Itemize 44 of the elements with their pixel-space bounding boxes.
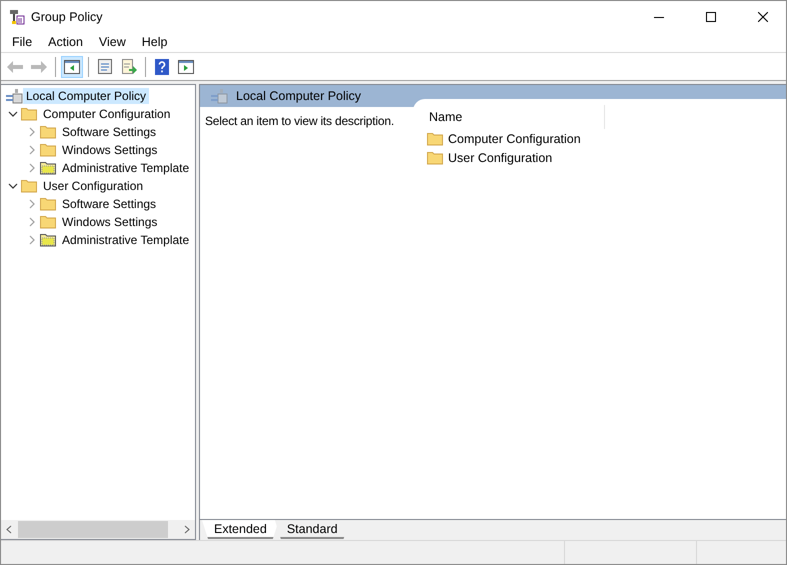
- folder-icon: [427, 150, 443, 164]
- forward-arrow-icon: [30, 60, 48, 74]
- export-list-icon: [121, 58, 137, 74]
- tree-item[interactable]: Administrative Template: [59, 160, 192, 176]
- pane-title: Local Computer Policy: [236, 89, 362, 103]
- list-item[interactable]: User Configuration: [448, 150, 552, 164]
- folder-icon: [40, 125, 56, 139]
- toolbar-button[interactable]: [61, 56, 83, 78]
- tree-item[interactable]: Windows Settings: [59, 142, 160, 158]
- back-arrow-icon: [6, 60, 24, 74]
- template-folder-icon: [40, 233, 56, 247]
- column-header[interactable]: Name: [425, 105, 605, 129]
- menu-item[interactable]: File: [4, 35, 40, 49]
- folder-icon: [40, 197, 56, 211]
- menu-item[interactable]: Action: [40, 35, 91, 49]
- tree-item[interactable]: Windows Settings: [59, 214, 160, 230]
- tree-item[interactable]: Software Settings: [59, 124, 160, 140]
- folder-icon: [21, 179, 37, 193]
- help-icon: [155, 58, 169, 74]
- close-icon: [758, 12, 768, 22]
- tree-pane-icon: [64, 60, 80, 74]
- folder-icon: [21, 107, 37, 121]
- tree-item[interactable]: Computer Configuration: [40, 106, 174, 122]
- properties-icon: [97, 58, 113, 74]
- action-pane-icon: [178, 60, 194, 74]
- folder-icon: [40, 215, 56, 229]
- template-folder-icon: [40, 161, 56, 175]
- tree-item[interactable]: Administrative Template: [59, 232, 192, 248]
- view-tab[interactable]: Extended: [202, 520, 279, 539]
- menu-item[interactable]: View: [90, 35, 134, 49]
- tree-item[interactable]: User Configuration: [40, 178, 146, 194]
- maximize-icon: [706, 12, 716, 22]
- folder-icon: [427, 132, 443, 146]
- tree-item[interactable]: Local Computer Policy: [23, 88, 150, 104]
- scrollbar-thumb[interactable]: [18, 521, 168, 538]
- policy-icon: [5, 88, 23, 104]
- window-title: Group Policy: [31, 10, 104, 24]
- menu-item[interactable]: Help: [134, 35, 176, 49]
- folder-icon: [40, 143, 56, 157]
- app-icon: [9, 8, 25, 24]
- tree-item[interactable]: Software Settings: [59, 196, 160, 212]
- list-item[interactable]: Computer Configuration: [448, 132, 581, 146]
- policy-icon: [210, 88, 228, 104]
- description-text: Select an item to view its description.: [204, 113, 395, 130]
